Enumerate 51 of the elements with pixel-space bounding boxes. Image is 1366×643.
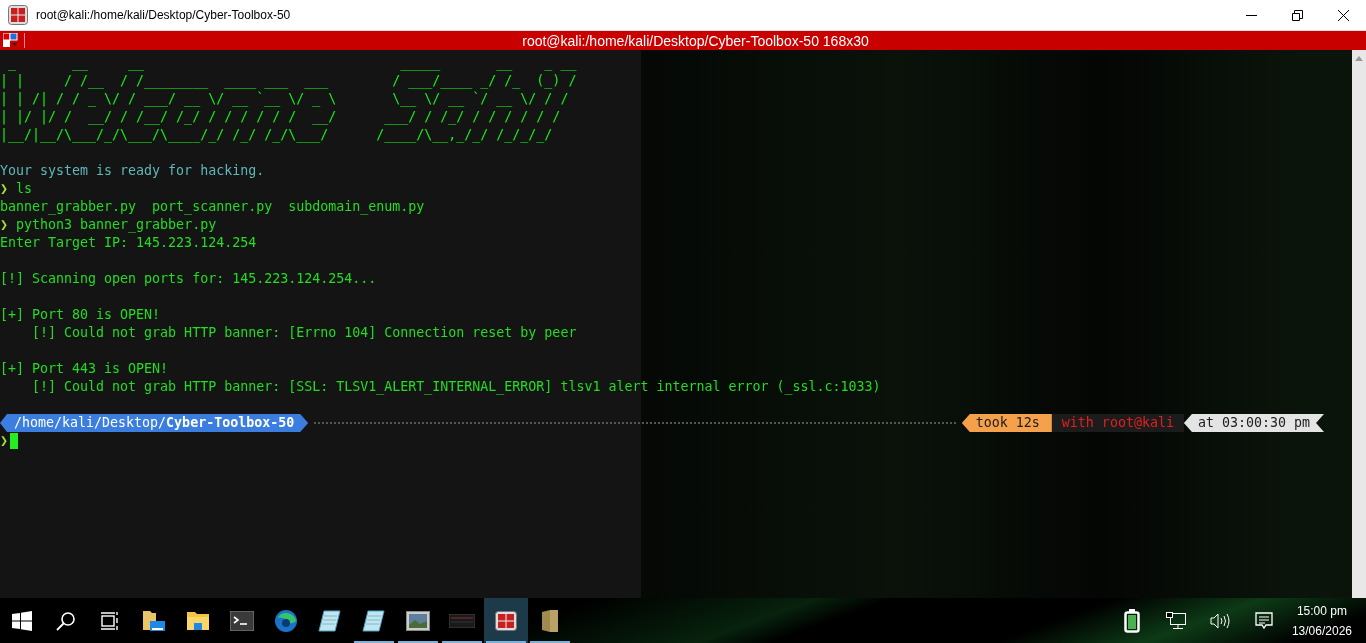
ascii-art-banner-line: _ __ __ _____ __ _ __ xyxy=(7,54,577,72)
battery-icon[interactable] xyxy=(1123,608,1140,633)
window-title: root@kali:/home/kali/Desktop/Cyber-Toolbox-50 xyxy=(36,8,292,22)
clock-time: 15:00 pm xyxy=(1296,602,1347,620)
ascii-art-banner-line: | | / /__ / /________ ____ ___ ___ / ___/____ _/ /_ (_) / xyxy=(0,72,577,90)
notepad-icon xyxy=(318,609,342,632)
close-icon xyxy=(1337,9,1349,21)
terminal-output: banner_grabber.py port_scanner.py subdomain_enum.py xyxy=(0,198,425,216)
taskbar-button[interactable] xyxy=(484,598,528,643)
restore-icon xyxy=(1291,9,1303,21)
prompt-symbol: ❯ xyxy=(0,216,8,234)
terminal-title: root@kali:/home/kali/Desktop/Cyber-Toolbox-50 168x30 xyxy=(521,32,870,49)
task-view-icon xyxy=(100,610,120,631)
windows-logo-icon xyxy=(12,610,32,631)
terminal-menu-icon[interactable] xyxy=(3,33,19,48)
search-icon xyxy=(56,610,76,631)
network-icon[interactable] xyxy=(1165,611,1186,630)
notepad-icon xyxy=(362,609,386,632)
user-segment: with root@kali xyxy=(1051,414,1184,432)
terminal-window-icon xyxy=(495,610,517,631)
browser-icon xyxy=(274,608,298,633)
text-cursor xyxy=(10,433,18,449)
ascii-art-banner-line: |__/|__/\___/_/\___/\____/_/ /_/ /_/\___/ /____/\__,_/_/ /_/_/_/ xyxy=(0,126,553,144)
clock-date: 13/06/2026 xyxy=(1291,622,1352,640)
terminal-output: [!] Scanning open ports for: 145.223.124.254... xyxy=(0,270,377,288)
terminal-icon xyxy=(230,610,254,631)
terminal-output: Enter Target IP: 145.223.124.254 xyxy=(0,234,257,252)
terminal-output: [!] Could not grab HTTP banner: [Errno 104] Connection reset by peer xyxy=(31,324,577,342)
folder-icon xyxy=(186,609,210,632)
notifications-icon[interactable] xyxy=(1254,611,1273,630)
duration-segment: took 12s xyxy=(961,414,1052,432)
scrollbar[interactable] xyxy=(1352,50,1366,598)
volume-icon[interactable] xyxy=(1209,612,1230,629)
picture-icon xyxy=(406,610,430,631)
command-text: ls xyxy=(16,180,33,198)
folder-icon xyxy=(142,609,166,632)
terminal-output: [+] Port 443 is OPEN! xyxy=(0,360,169,378)
prompt-symbol: ❯ xyxy=(0,180,8,198)
terminal-message: Your system is ready for hacking. xyxy=(0,162,265,180)
ascii-art-banner-line: | |/ |/ / __/ / /__/ /_/ / / / / / / __/ ___/ / /_/ / / / / / / xyxy=(0,108,561,126)
app-icon xyxy=(8,5,28,25)
clock[interactable]: 15:00 pm 13/06/2026 xyxy=(1285,600,1366,641)
terminal-output: [!] Could not grab HTTP banner: [SSL: TLSV1_ALERT_INTERNAL_ERROR] tlsv1 alert internal error (_ssl.c:1033) xyxy=(31,378,881,396)
time-segment: at 03:00:30 pm xyxy=(1183,414,1324,432)
command-text: python3 banner_grabber.py xyxy=(16,216,217,234)
directory-segment: /home/kali/Desktop/Cyber-Toolbox-50 xyxy=(0,414,309,432)
ascii-art-banner-line: | | /| / / _ \/ / ___/ __ \/ __ `__ \/ _ \ \__ \/ __ `/ __ \/ / / xyxy=(0,90,569,108)
folder-icon xyxy=(540,608,560,633)
dark-window-icon xyxy=(449,613,475,628)
terminal-output: [+] Port 80 is OPEN! xyxy=(0,306,161,324)
prompt-symbol: ❯ xyxy=(0,432,8,450)
